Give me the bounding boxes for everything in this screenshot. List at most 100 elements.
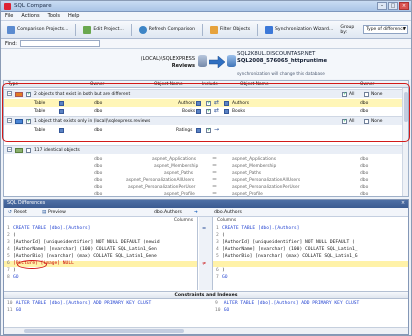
code-line: 10 ALTER TABLE [dbo].[Authors] ADD PRIMA… bbox=[7, 301, 152, 306]
synchronization-wizard-button[interactable]: Synchronization Wizard... bbox=[261, 24, 337, 36]
menu-file[interactable]: File bbox=[5, 13, 13, 19]
sql-compare-logo-icon bbox=[4, 2, 11, 10]
row-object-name-right: aspnet_PersonalizationPerUser bbox=[232, 184, 300, 190]
window-title: SQL Compare bbox=[14, 3, 52, 9]
edit-project-button[interactable]: Edit Project... bbox=[79, 24, 127, 36]
arrow-right-icon: ➜ bbox=[194, 210, 198, 215]
database-icon bbox=[227, 55, 236, 67]
left-sql-pane[interactable]: Columns 1 CREATE TABLE [dbo].[Authors] 2(… bbox=[4, 217, 198, 290]
row-owner: dbo bbox=[94, 177, 103, 183]
menu-help[interactable]: Help bbox=[68, 13, 79, 19]
database-icon bbox=[198, 55, 207, 67]
row-owner-right: dbo bbox=[360, 163, 369, 169]
row-object-name: aspnet_Profile bbox=[164, 191, 195, 197]
table-row[interactable]: dbo aspnet_Profile = aspnet_Profile dbo bbox=[4, 190, 408, 197]
close-icon[interactable]: × bbox=[401, 200, 405, 208]
left-server-name: (LOCAL)\SQLEXPRESS bbox=[140, 56, 195, 62]
row-object-name: aspnet_PersonalizationAllUsers bbox=[126, 177, 195, 183]
right-constraints-pane[interactable]: 9 ALTER TABLE [dbo].[Authors] ADD PRIMAR… bbox=[212, 299, 408, 327]
group-by: Group by: Type of difference bbox=[340, 25, 411, 35]
equals-icon: = bbox=[212, 183, 218, 190]
equals-icon: = bbox=[212, 176, 218, 183]
code-line: 6) bbox=[216, 268, 225, 273]
row-owner-right: dbo bbox=[360, 177, 369, 183]
toolbar-separator bbox=[130, 23, 132, 36]
scrollbar-thumb[interactable] bbox=[24, 329, 184, 333]
menu-tools[interactable]: Tools bbox=[48, 13, 60, 19]
menu-actions[interactable]: Actions bbox=[21, 13, 39, 19]
columns-header: Columns bbox=[173, 218, 193, 223]
toolbar-separator bbox=[202, 23, 203, 36]
panel-toolbar: ↺ Reset ▤ Preview dbo.Authors ➜ dbo.Auth… bbox=[4, 208, 408, 217]
edit-icon bbox=[83, 25, 92, 34]
close-button[interactable]: × bbox=[399, 2, 409, 10]
refresh-comparison-button[interactable]: Refresh Comparison bbox=[135, 24, 199, 36]
find-bar: Find: bbox=[1, 39, 411, 49]
identical-icon bbox=[15, 147, 23, 153]
reset-icon[interactable]: ↺ bbox=[8, 210, 12, 215]
group-by-select[interactable]: Type of difference bbox=[363, 25, 408, 34]
row-object-name-right: aspnet_Applications bbox=[232, 156, 276, 162]
row-owner-right: dbo bbox=[360, 170, 369, 176]
reset-button[interactable]: Reset bbox=[14, 210, 27, 215]
code-line: 10 GO bbox=[215, 308, 230, 313]
row-owner: dbo bbox=[94, 163, 103, 169]
group-checkbox[interactable] bbox=[26, 147, 31, 153]
toolbar-separator bbox=[257, 23, 259, 36]
columns-header: Columns bbox=[217, 218, 237, 223]
comparison-header: (LOCAL)\SQLEXPRESS Reviews SQL2K8UL.DISC… bbox=[1, 49, 411, 79]
equals-icon: = bbox=[212, 162, 218, 169]
arrow-right-icon bbox=[209, 56, 225, 68]
right-object-label: dbo.Authors bbox=[214, 210, 242, 215]
row-object-name: aspnet_Membership bbox=[154, 163, 199, 169]
toolbar-separator bbox=[75, 23, 77, 36]
row-object-name: aspnet_Paths bbox=[164, 170, 194, 176]
row-object-name-right: aspnet_Membership bbox=[232, 163, 277, 169]
difference-icon: ≠ bbox=[202, 261, 207, 267]
equals-icon: = bbox=[212, 169, 218, 176]
left-constraints-pane[interactable]: 10 ALTER TABLE [dbo].[Authors] ADD PRIMA… bbox=[4, 299, 198, 327]
code-line: 11 GO bbox=[7, 308, 22, 313]
equals-icon: = bbox=[202, 226, 207, 232]
code-line: 2( bbox=[216, 233, 225, 238]
row-owner-right: dbo bbox=[360, 191, 369, 197]
comparison-projects-button[interactable]: Comparison Projects... bbox=[3, 24, 72, 36]
window-controls: – □ × bbox=[377, 2, 411, 10]
menu-bar: File Actions Tools Help bbox=[1, 12, 411, 21]
projects-icon bbox=[7, 25, 15, 34]
toolbar: Comparison Projects... Edit Project... R… bbox=[1, 21, 411, 39]
horizontal-scrollbar[interactable] bbox=[4, 327, 408, 334]
row-owner-right: dbo bbox=[360, 184, 369, 190]
code-line: 4 [AuthorName] [nvarchar] (100) COLLATE S… bbox=[216, 247, 358, 252]
expand-toggle[interactable]: − bbox=[7, 147, 12, 152]
maximize-button[interactable]: □ bbox=[388, 2, 398, 10]
right-database-name: SQL2008_576065_httpruntime bbox=[237, 58, 328, 64]
right-server-name: SQL2K8UL.DISCOUNTASP.NET bbox=[237, 51, 316, 57]
row-owner: dbo bbox=[94, 191, 103, 197]
row-owner: dbo bbox=[94, 170, 103, 176]
panel-title: SQL Differences × bbox=[4, 200, 408, 208]
minimize-button[interactable]: – bbox=[377, 2, 387, 10]
code-line: 1 CREATE TABLE [dbo].[Authors] bbox=[216, 226, 300, 231]
preview-icon[interactable]: ▤ bbox=[42, 210, 46, 215]
code-line: 8 GO bbox=[7, 275, 19, 280]
code-line: 4 [AuthorName] [nvarchar] (100) COLLATE S… bbox=[7, 247, 157, 252]
group-identical[interactable]: − 117 identical objects bbox=[4, 145, 408, 154]
row-object-name-right: aspnet_Paths bbox=[232, 170, 262, 176]
diff-gutter: = ≠ bbox=[199, 217, 212, 290]
row-object-name-right: aspnet_Profile bbox=[232, 191, 263, 197]
constraints-header: Constraints and Indexes bbox=[4, 291, 408, 299]
preview-button[interactable]: Preview bbox=[48, 210, 66, 215]
right-sql-pane[interactable]: Columns 1 CREATE TABLE [dbo].[Authors] 2(… bbox=[212, 217, 408, 290]
row-object-name: aspnet_PersonalizationPerUser bbox=[128, 184, 196, 190]
code-line: 9 ALTER TABLE [dbo].[Authors] ADD PRIMAR… bbox=[215, 301, 360, 306]
equals-icon: = bbox=[212, 190, 218, 197]
code-line: 3 [AuthorId] [uniqueidentifier] NOT NULL … bbox=[7, 240, 160, 245]
code-line: 7 GO bbox=[216, 275, 228, 280]
code-line: 2( bbox=[7, 233, 16, 238]
filter-objects-button[interactable]: Filter Objects bbox=[206, 24, 254, 36]
row-owner: dbo bbox=[94, 156, 103, 162]
app-window: SQL Compare – □ × File Actions Tools Hel… bbox=[0, 0, 412, 336]
code-line-changed bbox=[213, 261, 408, 267]
find-input[interactable] bbox=[19, 40, 100, 47]
